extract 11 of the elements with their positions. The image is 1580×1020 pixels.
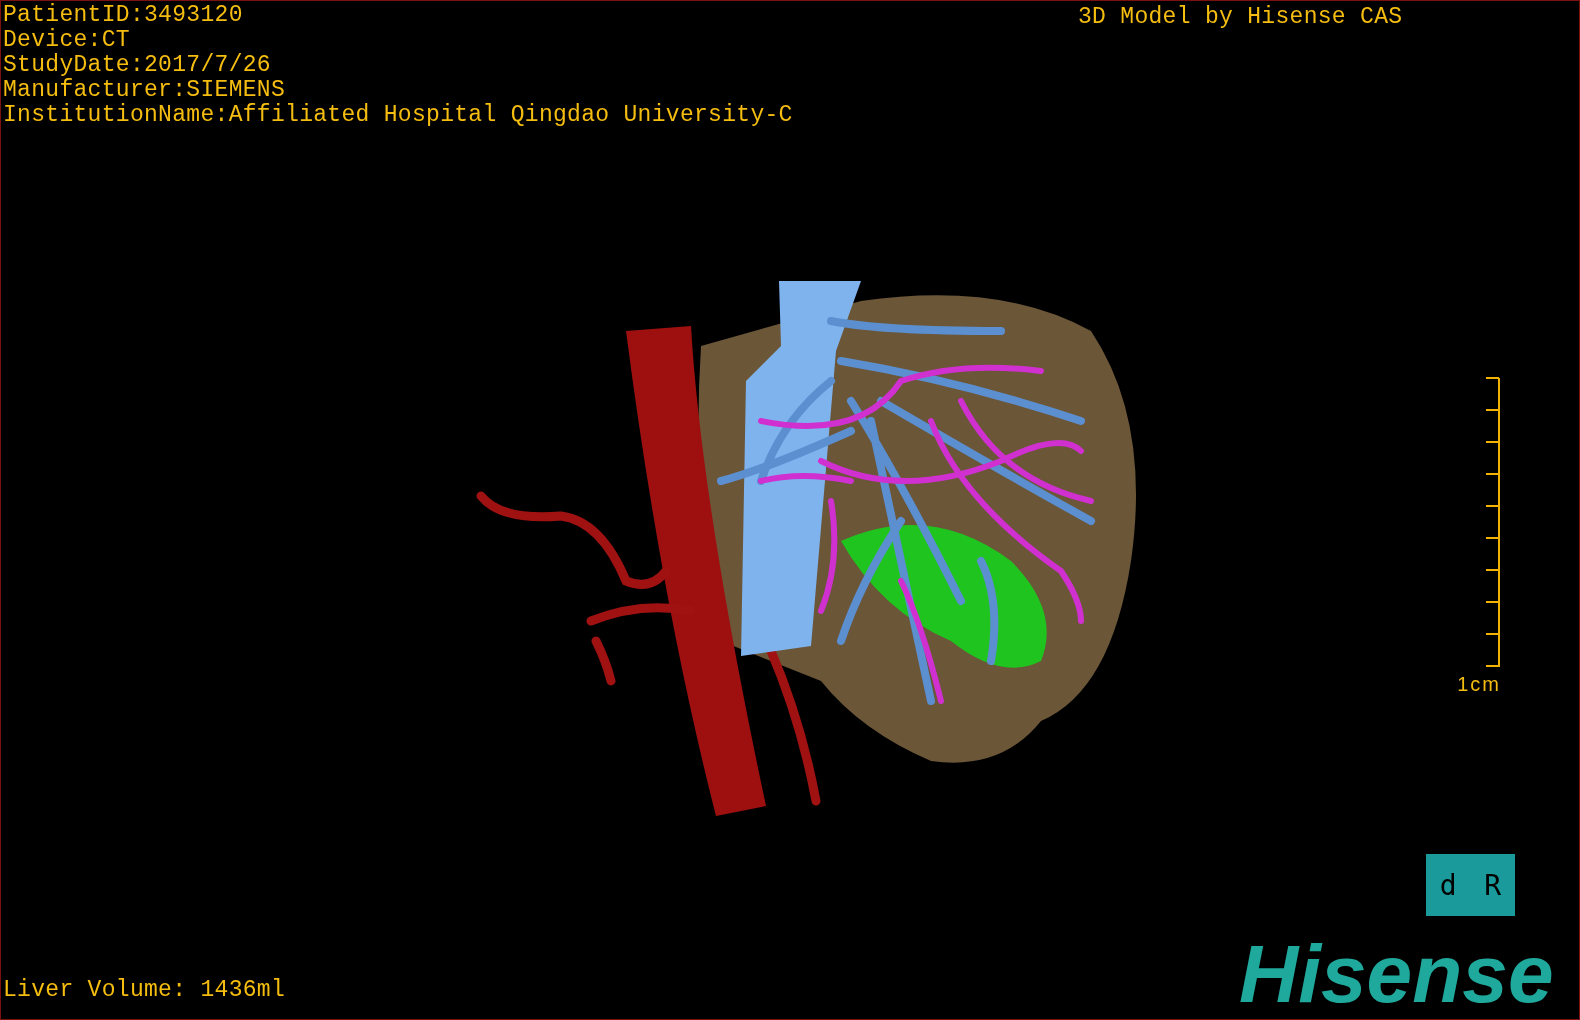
orientation-cube[interactable]: d R <box>1426 854 1515 916</box>
study-info-text: PatientID:3493120 <box>3 3 244 28</box>
model-title: 3D Model by Hisense CAS <box>1078 4 1403 30</box>
study-info-text: StudyDate:2017/7/26 <box>3 53 272 78</box>
liver-volume-text: Liver Volume: 1436ml <box>3 977 286 1003</box>
brand-logo: Hisense <box>1239 927 1554 1019</box>
scale-label: 1cm <box>1457 673 1501 696</box>
study-info-text: Device:CT <box>3 28 131 53</box>
scale-bar-icon <box>1483 377 1503 669</box>
study-info-text: InstitutionName:Affiliated Hospital Qingdao University-C <box>3 103 793 128</box>
study-info-text: Manufacturer:SIEMENS <box>3 78 287 103</box>
